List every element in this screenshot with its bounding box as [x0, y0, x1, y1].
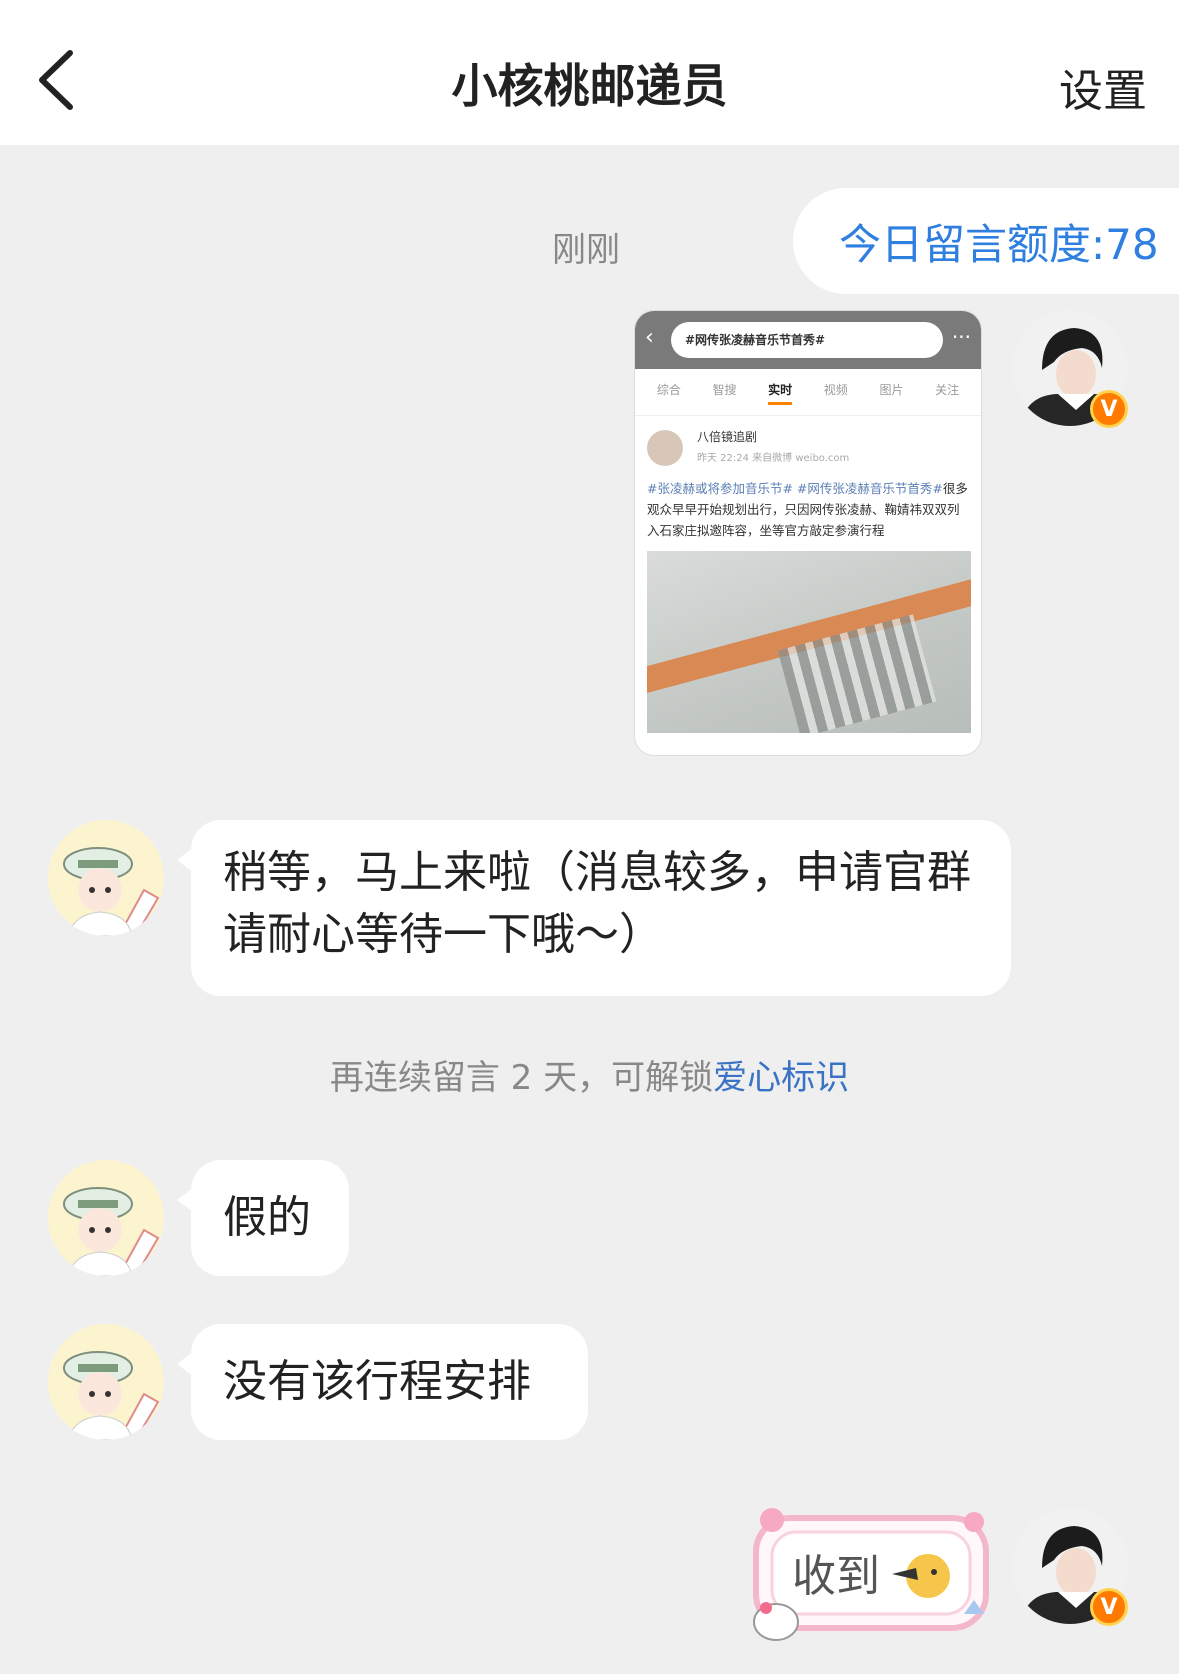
mail-carrier-avatar-icon: [48, 820, 164, 936]
message-text: 假的: [223, 1192, 311, 1243]
shot-search-bar: ‹ #网传张凌赫音乐节首秀# ···: [635, 311, 981, 369]
shot-tab: 关注: [935, 383, 960, 397]
quota-badge: 今日留言额度:78: [793, 188, 1179, 294]
shot-more-icon: ···: [951, 325, 971, 349]
page-title: 小核桃邮递员: [451, 59, 728, 113]
verified-badge: V: [1090, 1588, 1128, 1626]
bot-message-bubble[interactable]: 没有该行程安排: [177, 1324, 588, 1440]
heart-badge-link[interactable]: 爱心标识: [713, 1058, 849, 1098]
chat-page: 小核桃邮递员 设置 刚刚 今日留言额度:78 V ‹ #网传张凌赫音乐节首秀# …: [0, 0, 1179, 1674]
shot-tab: 智搜: [712, 383, 737, 397]
bot-avatar[interactable]: [48, 820, 164, 936]
bot-avatar[interactable]: [48, 1160, 164, 1276]
system-note: 再连续留言 2 天，可解锁爱心标识: [0, 1050, 1179, 1099]
shot-post-text: #张凌赫或将参加音乐节# #网传张凌赫音乐节首秀#很多观众早早开始规划出行，只因…: [647, 478, 969, 541]
shot-back-icon: ‹: [645, 325, 654, 350]
shot-post-meta: 昨天 22:24 来自微博 weibo.com: [697, 453, 850, 464]
settings-button[interactable]: 设置: [1059, 55, 1147, 119]
mail-carrier-avatar-icon: [48, 1160, 164, 1276]
bot-message-bubble[interactable]: 稍等，马上来啦（消息较多，申请官群请耐心等待一下哦～）: [177, 820, 1011, 996]
bot-avatar[interactable]: [48, 1324, 164, 1440]
shot-post-avatar: [647, 430, 683, 466]
quota-label: 今日留言额度:78: [839, 219, 1159, 269]
nav-header: 小核桃邮递员 设置: [0, 0, 1179, 145]
sticker-message[interactable]: 收到: [742, 1504, 1000, 1642]
image-message[interactable]: ‹ #网传张凌赫音乐节首秀# ··· 综合 智搜 实时 视频 图片 关注 八倍镜…: [634, 310, 982, 756]
message-text: 没有该行程安排: [223, 1356, 531, 1407]
message-timestamp: 刚刚: [552, 230, 620, 270]
bot-message-bubble[interactable]: 假的: [177, 1160, 349, 1276]
shot-post-author: 八倍镜追剧: [697, 430, 758, 444]
shot-search-query: #网传张凌赫音乐节首秀#: [671, 322, 943, 358]
shot-tab-active: 实时: [768, 381, 793, 405]
shot-tab: 综合: [656, 383, 681, 397]
shot-tab: 图片: [879, 383, 904, 397]
system-note-text: 再连续留言 2 天，可解锁: [329, 1058, 714, 1098]
shot-post: 八倍镜追剧 昨天 22:24 来自微博 weibo.com #张凌赫或将参加音乐…: [635, 416, 981, 733]
verified-badge: V: [1090, 390, 1128, 428]
message-text: 稍等，马上来啦（消息较多，申请官群请耐心等待一下哦～）: [223, 847, 971, 960]
shot-tab: 视频: [823, 383, 848, 397]
shot-post-tags: #张凌赫或将参加音乐节# #网传张凌赫音乐节首秀#: [647, 481, 943, 496]
mail-carrier-avatar-icon: [48, 1324, 164, 1440]
shot-tabs: 综合 智搜 实时 视频 图片 关注: [635, 369, 981, 416]
shot-post-photo: [647, 551, 971, 733]
sticker-text: 收到: [792, 1551, 880, 1602]
